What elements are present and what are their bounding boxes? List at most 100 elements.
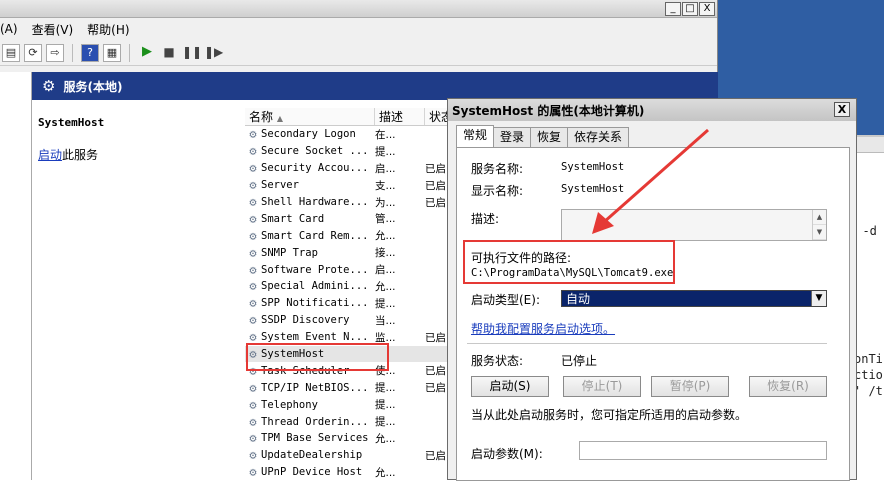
- console-tree-icon[interactable]: ▤: [2, 43, 20, 62]
- dialog-close-button[interactable]: X: [834, 102, 850, 117]
- start-service-link[interactable]: 启动: [38, 148, 62, 162]
- startup-type-select[interactable]: 自动 ▼: [561, 290, 827, 307]
- service-gear-icon: ⚙: [249, 397, 257, 412]
- scroll-up-icon[interactable]: ▲: [813, 210, 826, 225]
- service-gear-icon: ⚙: [249, 431, 257, 446]
- service-gear-icon: ⚙: [249, 296, 257, 311]
- table-row[interactable]: ⚙ Smart Card 管...: [245, 210, 455, 227]
- start-button[interactable]: 启动(S): [471, 376, 549, 397]
- console-titlebar: _ □ X: [0, 0, 717, 18]
- table-row[interactable]: ⚙ SPP Notificati... 提...: [245, 295, 455, 312]
- service-name-cell: Smart Card: [261, 212, 325, 225]
- table-row[interactable]: ⚙ Thread Orderin... 提...: [245, 413, 455, 430]
- service-name-value: SystemHost: [561, 161, 625, 173]
- service-desc-cell: 允...: [375, 230, 396, 243]
- service-name-cell: Software Prote...: [261, 263, 369, 276]
- table-row[interactable]: ⚙ Shell Hardware... 为... 已启: [245, 194, 455, 211]
- table-row[interactable]: ⚙ UpdateDealership 已启: [245, 447, 455, 464]
- service-desc-cell: 提...: [375, 145, 396, 158]
- service-desc-cell: 在...: [375, 128, 396, 141]
- dialog-title: SystemHost 的属性(本地计算机): [452, 103, 645, 118]
- service-desc-cell: 启...: [375, 264, 396, 277]
- service-name-cell: Server: [261, 179, 299, 192]
- service-name-cell: TCP/IP NetBIOS...: [261, 381, 369, 394]
- help-icon[interactable]: ?: [81, 43, 99, 62]
- start-params-input[interactable]: [579, 441, 827, 460]
- startup-type-value: 自动: [566, 292, 591, 306]
- export-icon[interactable]: ⇨: [46, 43, 64, 62]
- service-desc-cell: 提...: [375, 416, 396, 429]
- service-gear-icon: ⚙: [249, 178, 257, 193]
- service-desc-cell: 提...: [375, 382, 396, 395]
- service-desc-cell: 当...: [375, 314, 396, 327]
- service-gear-icon: ⚙: [249, 245, 257, 260]
- background-text-4: ' /t: [854, 384, 883, 398]
- highlight-box-service: [246, 343, 389, 371]
- selected-service-name: SystemHost: [38, 116, 105, 129]
- background-text-2: onTi: [854, 352, 883, 366]
- close-button[interactable]: X: [699, 2, 715, 16]
- startup-help-link[interactable]: 帮助我配置服务启动选项。: [471, 320, 615, 337]
- start-service-description: 启动此服务: [38, 146, 98, 163]
- table-row[interactable]: ⚙ TPM Base Services 允...: [245, 430, 455, 447]
- background-text-3: ctio: [854, 368, 883, 382]
- stop-button[interactable]: 停止(T): [563, 376, 641, 397]
- table-row[interactable]: ⚙ SSDP Discovery 当...: [245, 312, 455, 329]
- service-gear-icon: ⚙: [249, 161, 257, 176]
- services-list-header: 名称 ▲ 描述 状态: [245, 108, 455, 126]
- table-row[interactable]: ⚙ Server 支... 已启: [245, 177, 455, 194]
- service-gear-icon: ⚙: [249, 448, 257, 463]
- scroll-down-icon[interactable]: ▼: [813, 225, 826, 240]
- description-scrollbar[interactable]: ▲ ▼: [812, 210, 826, 240]
- service-gear-icon: ⚙: [249, 211, 257, 226]
- start-service-icon[interactable]: ▶: [138, 44, 156, 62]
- table-row[interactable]: ⚙ SNMP Trap 接...: [245, 244, 455, 261]
- service-desc-cell: 管...: [375, 213, 396, 226]
- menu-view[interactable]: 查看(V): [32, 21, 74, 38]
- tab-recovery[interactable]: 恢复: [530, 127, 569, 147]
- tab-general[interactable]: 常规: [456, 125, 495, 147]
- table-row[interactable]: ⚙ Security Accou... 启... 已启: [245, 160, 455, 177]
- service-name-cell: SNMP Trap: [261, 246, 318, 259]
- pause-button[interactable]: 暂停(P): [651, 376, 729, 397]
- menu-help[interactable]: 帮助(H): [87, 21, 129, 38]
- resume-button[interactable]: 恢复(R): [749, 376, 827, 397]
- tab-logon[interactable]: 登录: [493, 127, 532, 147]
- maximize-button[interactable]: □: [682, 2, 698, 16]
- tab-dependencies[interactable]: 依存关系: [567, 127, 630, 147]
- table-row[interactable]: ⚙ Special Admini... 允...: [245, 278, 455, 295]
- menu-action[interactable]: (A): [0, 22, 18, 36]
- service-desc-cell: 提...: [375, 297, 396, 310]
- toolbar: ▤ ⟳ ⇨ ? ▦ ▶ ■ ❚❚ ❚▶: [0, 40, 717, 66]
- table-row[interactable]: ⚙ Secure Socket ... 提...: [245, 143, 455, 160]
- service-name-cell: Secondary Logon: [261, 128, 356, 141]
- table-row[interactable]: ⚙ UPnP Device Host 允...: [245, 464, 455, 481]
- table-row[interactable]: ⚙ Secondary Logon 在...: [245, 126, 455, 143]
- refresh-icon[interactable]: ⟳: [24, 43, 42, 62]
- toolbar-separator: [72, 43, 73, 62]
- service-desc-cell: 允...: [375, 280, 396, 293]
- table-row[interactable]: ⚙ Software Prote... 启...: [245, 261, 455, 278]
- services-header-title: 服务(本地): [63, 79, 123, 94]
- service-desc-cell: 允...: [375, 432, 396, 445]
- pause-service-icon[interactable]: ❚❚: [182, 44, 202, 62]
- service-status-value: 已停止: [561, 354, 598, 368]
- service-gear-icon: ⚙: [249, 127, 257, 142]
- stop-service-icon[interactable]: ■: [160, 44, 178, 62]
- table-row[interactable]: ⚙ Telephony 提...: [245, 396, 455, 413]
- column-header-name[interactable]: 名称 ▲: [245, 108, 375, 125]
- console-tree-pane: [0, 72, 32, 480]
- service-gear-icon: ⚙: [249, 380, 257, 395]
- chevron-down-icon[interactable]: ▼: [811, 291, 826, 306]
- column-header-description[interactable]: 描述: [375, 108, 425, 125]
- table-row[interactable]: ⚙ Smart Card Rem... 允...: [245, 227, 455, 244]
- properties-icon[interactable]: ▦: [103, 43, 121, 62]
- service-gear-icon: ⚙: [249, 262, 257, 277]
- service-name-cell: UpdateDealership: [261, 449, 363, 462]
- description-textbox[interactable]: ▲ ▼: [561, 209, 827, 241]
- table-row[interactable]: ⚙ TCP/IP NetBIOS... 提... 已启: [245, 379, 455, 396]
- service-gear-icon: ⚙: [249, 279, 257, 294]
- restart-service-icon[interactable]: ❚▶: [204, 44, 223, 62]
- services-header: ⚙ 服务(本地): [32, 72, 718, 100]
- minimize-button[interactable]: _: [665, 2, 681, 16]
